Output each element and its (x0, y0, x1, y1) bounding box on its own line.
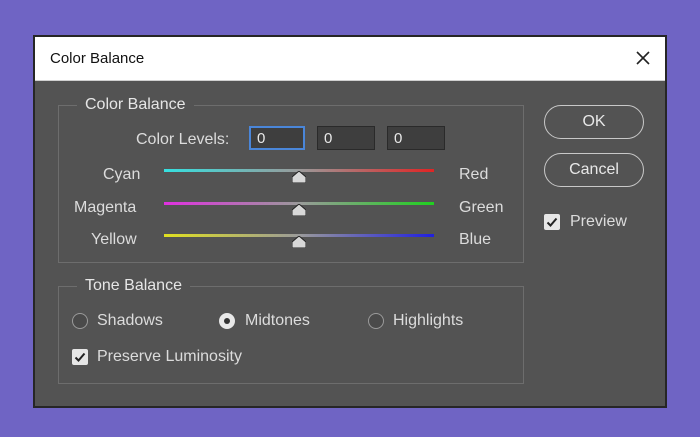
tone-balance-group: Tone Balance Shadows Midtones Highlights… (58, 277, 524, 384)
slider-thumb-icon[interactable] (292, 204, 306, 216)
preserve-luminosity-label: Preserve Luminosity (97, 348, 242, 365)
level-input-cyan-red[interactable] (249, 126, 305, 150)
yellow-blue-slider[interactable] (164, 229, 434, 249)
tone-balance-legend: Tone Balance (77, 277, 190, 295)
cyan-red-slider[interactable] (164, 164, 434, 184)
title-bar: Color Balance (35, 37, 665, 81)
level-input-yellow-blue[interactable] (387, 126, 445, 150)
preview-checkbox[interactable] (544, 214, 560, 230)
ok-button[interactable]: OK (544, 105, 644, 139)
checkmark-icon (546, 217, 558, 227)
close-button[interactable] (631, 46, 655, 70)
slider-label-green: Green (459, 199, 504, 216)
preview-label: Preview (570, 213, 627, 230)
slider-label-cyan: Cyan (103, 166, 141, 183)
slider-thumb-icon[interactable] (292, 236, 306, 248)
preserve-luminosity-checkbox[interactable] (72, 349, 88, 365)
checkmark-icon (74, 352, 86, 362)
color-balance-group: Color Balance Color Levels: Cyan Red Mag… (58, 96, 524, 263)
radio-label-shadows: Shadows (97, 312, 163, 329)
slider-label-red: Red (459, 166, 489, 183)
slider-label-magenta: Magenta (74, 199, 137, 216)
slider-thumb-icon[interactable] (292, 171, 306, 183)
dialog-title: Color Balance (50, 50, 145, 67)
radio-label-midtones: Midtones (245, 312, 310, 329)
color-balance-dialog: Color Balance Color Balance Color Levels… (33, 35, 667, 408)
color-balance-legend: Color Balance (77, 96, 194, 114)
radio-highlights[interactable] (368, 313, 384, 329)
color-levels-label: Color Levels: (136, 131, 230, 148)
slider-label-blue: Blue (459, 231, 492, 248)
magenta-green-slider[interactable] (164, 197, 434, 217)
close-icon (636, 51, 650, 65)
radio-label-highlights: Highlights (393, 312, 464, 329)
radio-shadows[interactable] (72, 313, 88, 329)
radio-midtones[interactable] (219, 313, 235, 329)
slider-label-yellow: Yellow (91, 231, 137, 248)
level-input-magenta-green[interactable] (317, 126, 375, 150)
cancel-button[interactable]: Cancel (544, 153, 644, 187)
